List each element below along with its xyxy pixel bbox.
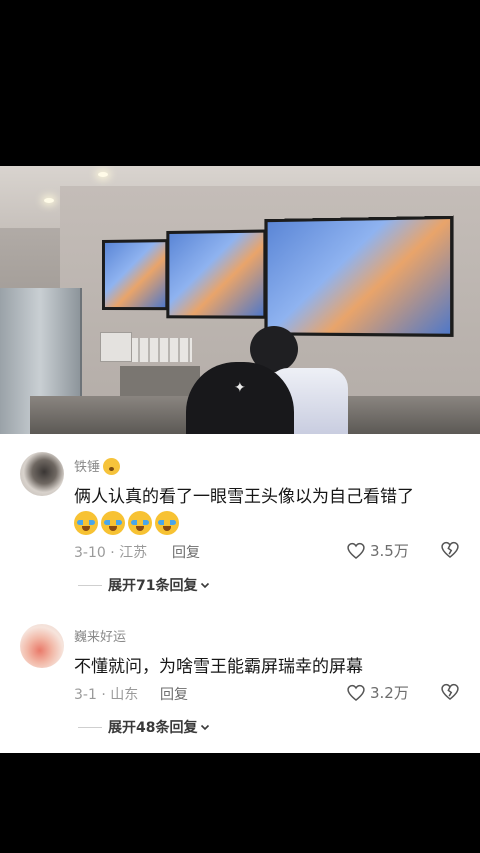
comment-text: 不懂就问，为啥雪王能霸屏瑞幸的屏幕 <box>74 657 363 677</box>
coffee-machine <box>100 332 132 362</box>
ceiling-light <box>44 198 54 203</box>
crying-emoji-icon <box>101 511 125 535</box>
crying-emoji-icon <box>74 511 98 535</box>
chevron-down-icon <box>201 582 210 589</box>
expand-replies-label: 展开48条回复 <box>108 720 198 736</box>
broken-heart-icon <box>441 683 459 701</box>
store-photo: ✦ <box>0 166 480 434</box>
comment-text: 俩人认真的看了一眼雪王头像以为自己看错了 <box>74 487 414 507</box>
username-text[interactable]: 铁锤 <box>74 460 100 475</box>
comment-meta: 3-1 · 山东 <box>74 687 139 703</box>
expand-divider <box>78 584 102 586</box>
crying-emoji-icon <box>128 511 152 535</box>
dislike-button[interactable] <box>440 540 460 564</box>
expand-replies-label: 展开71条回复 <box>108 578 198 594</box>
expand-divider <box>78 726 102 728</box>
cap-logo-icon: ✦ <box>234 380 246 396</box>
menu-screen <box>264 215 454 337</box>
reply-button[interactable]: 回复 <box>160 684 188 704</box>
heart-icon <box>347 542 365 559</box>
emoji-row <box>74 511 179 535</box>
heart-icon <box>347 684 365 701</box>
dislike-button[interactable] <box>440 682 460 706</box>
expand-replies-button[interactable]: 展开71条回复 <box>78 575 211 595</box>
like-count: 3.2万 <box>370 684 409 702</box>
like-button[interactable]: 3.5万 <box>346 540 409 561</box>
comment-meta: 3-10 · 江苏 <box>74 545 148 561</box>
cup-stack <box>130 338 192 362</box>
video-frame: ✦ 铁锤 俩人认真的看了一眼雪王头像以为自己看错了 3-10 · 江苏 回复 3… <box>0 0 480 853</box>
like-count: 3.5万 <box>370 542 409 560</box>
menu-screen <box>166 229 267 319</box>
broken-heart-icon <box>441 541 459 559</box>
ceiling-light <box>98 172 108 177</box>
avatar[interactable] <box>20 452 64 496</box>
menu-screen <box>102 239 169 311</box>
surprised-emoji-icon <box>103 458 121 475</box>
shelf <box>120 366 200 396</box>
crying-emoji-icon <box>155 511 179 535</box>
comment-panel: 铁锤 俩人认真的看了一眼雪王头像以为自己看错了 3-10 · 江苏 回复 3.5… <box>0 434 480 753</box>
chevron-down-icon <box>201 724 210 731</box>
avatar[interactable] <box>20 624 64 668</box>
comment-username[interactable]: 铁锤 <box>74 456 121 475</box>
comment-username[interactable]: 巍来好运 <box>74 626 126 645</box>
reply-button[interactable]: 回复 <box>172 542 200 562</box>
expand-replies-button[interactable]: 展开48条回复 <box>78 717 211 737</box>
like-button[interactable]: 3.2万 <box>346 682 409 703</box>
